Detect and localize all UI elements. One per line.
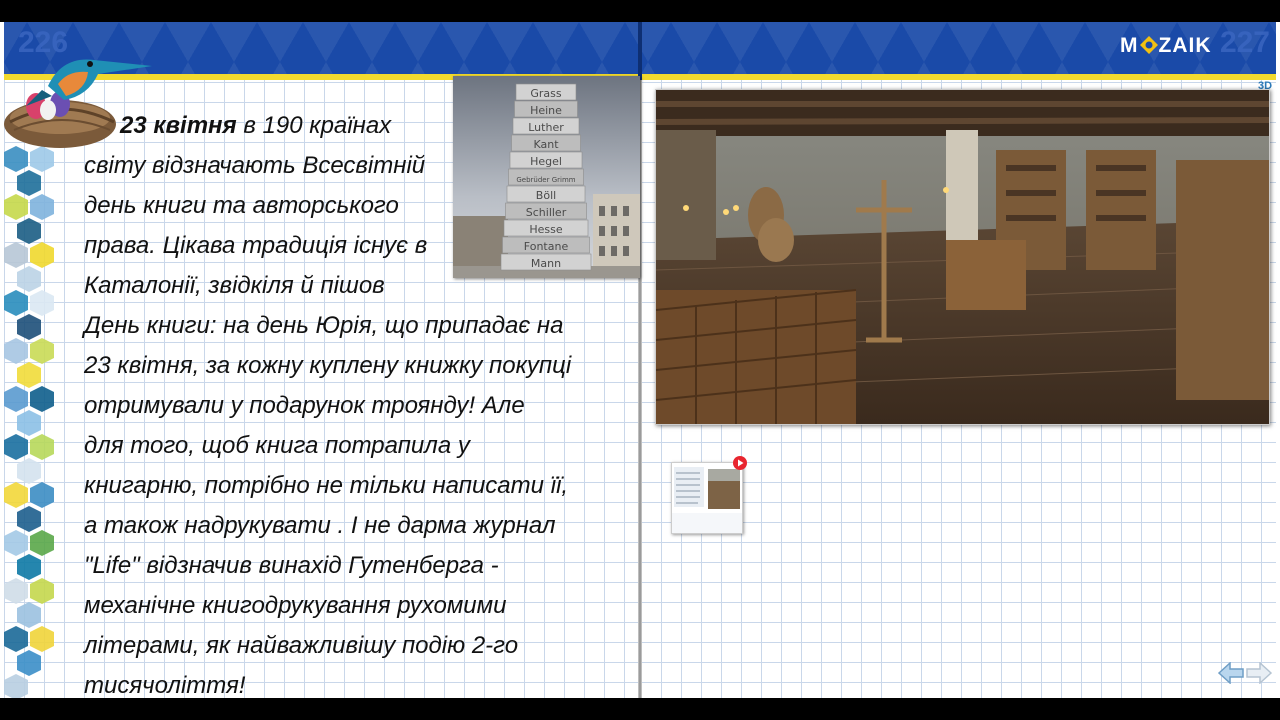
text-line: права. Цікава традиція існує в xyxy=(84,232,428,259)
text-line: книгарню, потрібно не тільки написати її… xyxy=(84,472,568,499)
text-line: день книги та авторського xyxy=(84,192,399,219)
text-line: отримували у подарунок троянду! Але xyxy=(84,392,525,419)
book-spine-label: Gebrüder Grimm xyxy=(516,176,575,184)
book-spine-label: Kant xyxy=(533,138,559,151)
logo-text-start: M xyxy=(1120,34,1139,57)
arrow-right-icon[interactable] xyxy=(1246,662,1272,684)
text-line: 23 квітня, за кожну куплену книжку покуп… xyxy=(84,352,572,379)
book-spread: 226 227 M ZAIK 3D 23 квітня в 190 країна… xyxy=(0,22,1280,698)
text-line: "Life" відзначив винахід Гутенберга - xyxy=(84,552,499,579)
text-line: світу відзначають Всесвітній xyxy=(84,152,426,179)
book-spine-label: Hegel xyxy=(530,155,562,168)
page-number-right: 227 xyxy=(1219,26,1270,59)
date-highlight: 23 квітня xyxy=(120,112,237,139)
book-spine-label: Böll xyxy=(536,189,556,202)
text-line: 23 квітня в 190 країнах xyxy=(120,112,392,139)
book-spine-group: Grass Heine Luther Kant Hegel Gebrüder Grimm B… xyxy=(500,83,592,271)
book-stack-monument-image[interactable]: Grass Heine Luther Kant Hegel Gebrüder Grimm B… xyxy=(453,76,640,278)
book-spine-label: Hesse xyxy=(529,223,563,236)
logo-text-end: ZAIK xyxy=(1158,34,1212,57)
decorative-hexagon-strip xyxy=(4,146,54,698)
text-line: а також надрукувати . І не дарма журнал xyxy=(84,512,556,539)
logo-star-icon xyxy=(1139,36,1158,54)
text-line: тисячоліття! xyxy=(84,672,246,698)
play-icon[interactable] xyxy=(733,456,747,470)
arrow-left-icon[interactable] xyxy=(1218,662,1244,684)
book-spine-label: Grass xyxy=(530,87,562,100)
book-spine-label: Schiller xyxy=(526,206,567,219)
text-line: Каталонії, звідкіля й пішов xyxy=(84,272,385,299)
book-spine-label: Luther xyxy=(528,121,564,134)
text-line: для того, щоб книга потрапила у xyxy=(84,432,470,459)
text-line: літерами, як найважливішу подію 2-го xyxy=(84,632,519,659)
book-spine-label: Mann xyxy=(531,257,561,270)
video-thumbnail[interactable] xyxy=(671,462,743,534)
book-spine-label: Heine xyxy=(530,104,562,117)
text-line: механічне книгодрукування рухомими xyxy=(84,592,507,619)
text-line: День книги: на день Юрія, що припадає на xyxy=(84,312,564,339)
mozaik-logo: M ZAIK xyxy=(1120,34,1212,58)
book-spine-label: Fontane xyxy=(524,240,569,253)
gutenberg-printing-workshop-image[interactable] xyxy=(655,89,1270,425)
header-fold xyxy=(638,22,642,80)
